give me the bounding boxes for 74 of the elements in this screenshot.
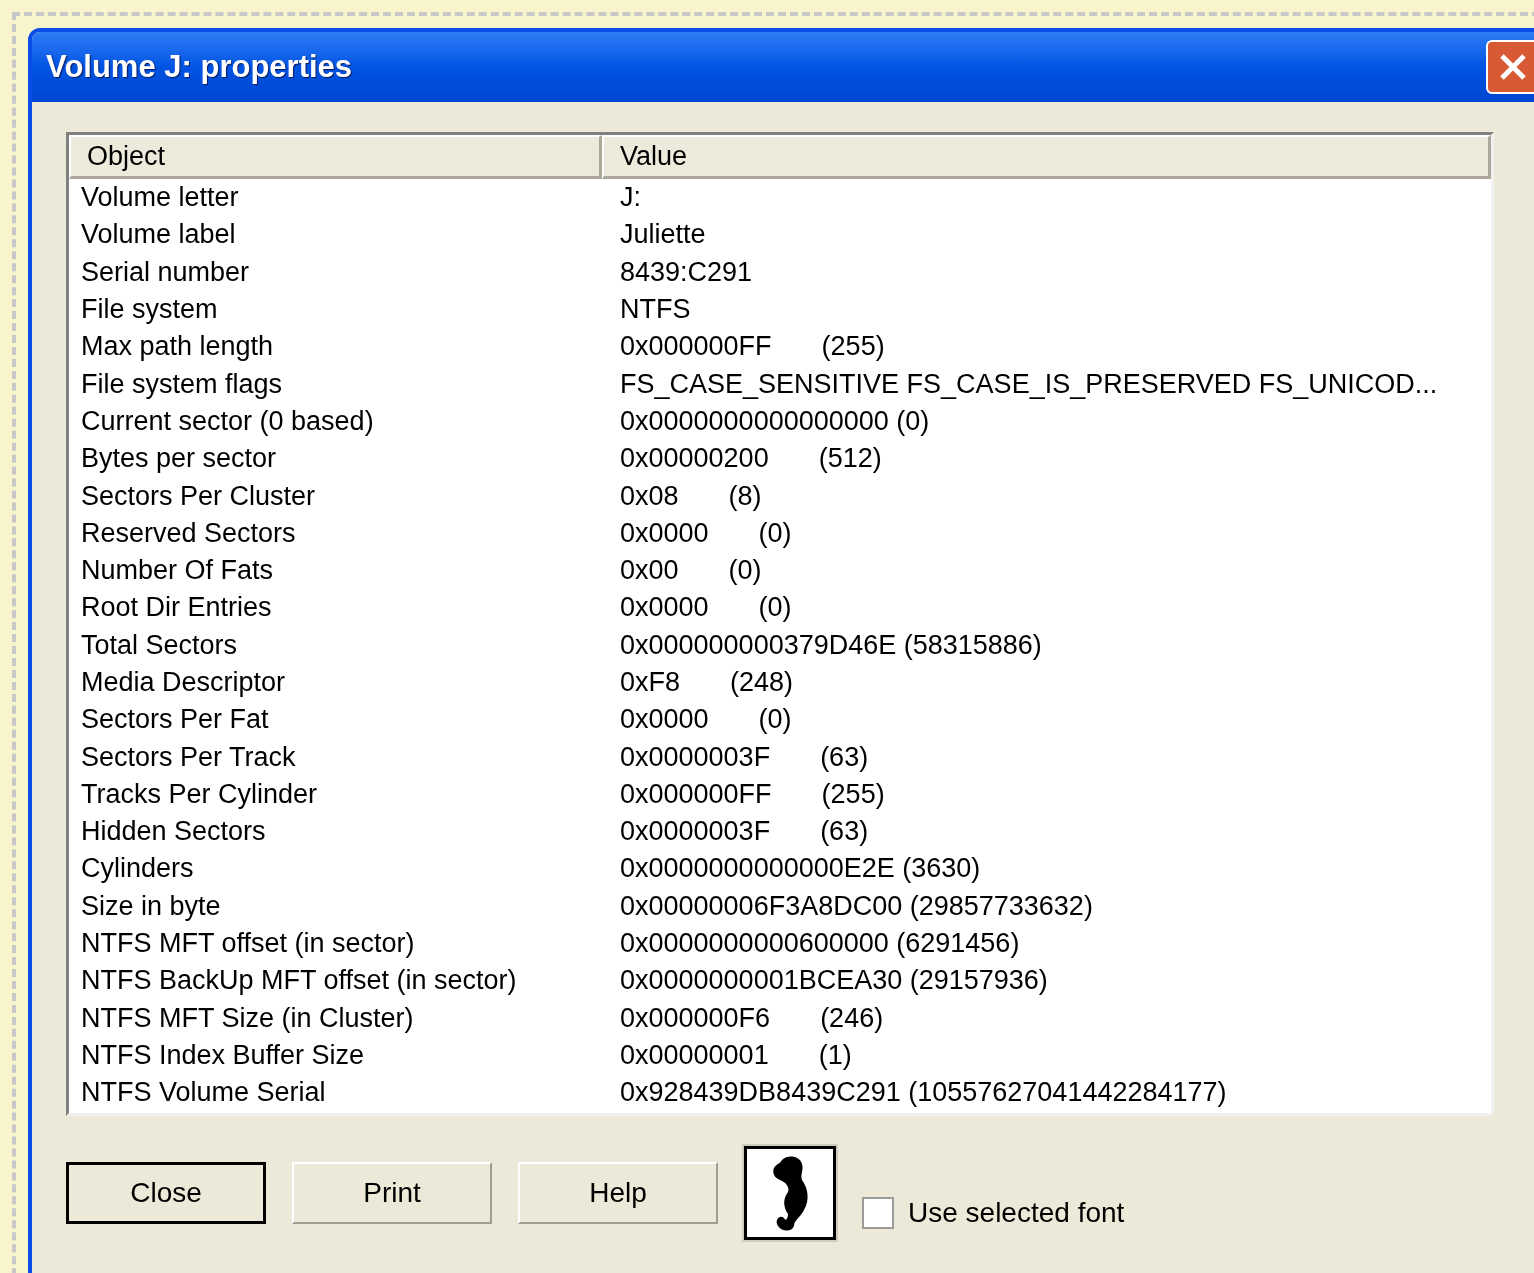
table-cell-text: 0x0000000001BCEA30 (29157936): [619, 967, 1048, 995]
table-cell-text: Bytes per sector: [80, 445, 278, 473]
close-button[interactable]: [1486, 40, 1534, 94]
table-cell-text: 0x000000FF: [619, 780, 772, 808]
table-cell-text: J:: [619, 184, 641, 212]
table-cell-text: NTFS MFT Size (in Cluster): [80, 1004, 415, 1032]
table-cell-text: 0xF8: [619, 669, 681, 696]
dialog-button[interactable]: Print: [292, 1162, 492, 1224]
column-header[interactable]: Object: [69, 135, 602, 179]
close-icon: [1498, 52, 1528, 82]
table-cell: (0): [758, 519, 792, 547]
table-cell-text: Volume letter: [80, 184, 240, 212]
table-cell-text: Serial number: [80, 258, 251, 286]
table-cell: (63): [820, 818, 869, 846]
table-cell-text: 0x00: [619, 557, 679, 585]
table-cell-text: 0x0000000000000000 (0): [619, 407, 930, 435]
table-cell-text: 0x0000003F: [619, 818, 771, 846]
table-cell-text: 0x0000: [619, 519, 709, 547]
table-cell-text: 0x928439DB8439C291 (10557627041442284177): [619, 1079, 1227, 1107]
table-cell-text: NTFS Index Buffer Size: [80, 1041, 366, 1069]
table-cell-text: NTFS: [619, 296, 691, 324]
table-cell: (246): [820, 1004, 884, 1032]
table-cell-text: NTFS Volume Serial: [80, 1079, 327, 1107]
table-cell-text: 0x00000200: [619, 445, 769, 473]
table-cell-text: Volume label: [80, 221, 237, 249]
table-cell-text: Media Descriptor: [80, 669, 287, 696]
table-cell-text: 0x00000001: [619, 1041, 769, 1069]
table-cell-text: NTFS BackUp MFT offset (in sector): [80, 967, 518, 995]
table-cell-text: 0x000000F6: [619, 1004, 771, 1032]
table-cell-text: 0x000000FF: [619, 333, 772, 361]
table-cell-text: Hidden Sectors: [80, 818, 267, 846]
table-cell-text: Sectors Per Cluster: [80, 482, 317, 510]
table-cell-text: NTFS MFT offset (in sector): [80, 930, 416, 958]
table-cell: (512): [818, 445, 882, 473]
table-cell-text: 0x0000000000000E2E (3630): [619, 855, 981, 883]
table-cell-text: Cylinders: [80, 855, 195, 883]
table-cell-text: Sectors Per Fat: [80, 706, 270, 734]
table-cell: (1): [818, 1041, 852, 1069]
table-cell: (0): [758, 706, 792, 734]
column-header[interactable]: Value: [602, 135, 1491, 179]
table-cell-text: 0x08: [619, 482, 679, 510]
table-cell-text: File system flags: [80, 370, 284, 398]
table-cell-text: 0x0000003F: [619, 743, 771, 771]
table-cell-text: 0x0000: [619, 594, 709, 622]
table-cell-text: 0x0000: [619, 706, 709, 734]
table-cell-text: Reserved Sectors: [80, 519, 297, 547]
table-cell-text: Total Sectors: [80, 631, 239, 659]
table-cell-text: 0x0000000000600000 (6291456): [619, 930, 1020, 958]
dialog-button[interactable]: Close: [66, 1162, 266, 1224]
table-cell: (8): [728, 482, 762, 510]
table-cell-text: 0x000000000379D46E (58315886): [619, 631, 1042, 659]
window-title: Volume J: properties: [46, 47, 353, 86]
table-cell: (63): [820, 743, 869, 771]
table-cell-text: Sectors Per Track: [80, 743, 297, 771]
table-cell-text: Size in byte: [80, 892, 222, 920]
font-preview-button[interactable]: [744, 1146, 836, 1240]
table-cell-text: Juliette: [619, 221, 706, 249]
checkbox-label: Use selected font: [908, 1196, 1125, 1230]
table-cell-text: File system: [80, 296, 219, 324]
table-cell: (255): [821, 333, 885, 361]
table-cell: (255): [821, 780, 885, 808]
table-cell-text: Max path length: [80, 333, 275, 361]
table-cell-text: Root Dir Entries: [80, 594, 273, 622]
table-cell-text: 0x00000006F3A8DC00 (29857733632): [619, 892, 1093, 920]
table-cell-text: Tracks Per Cylinder: [80, 780, 319, 808]
dialog-button[interactable]: Help: [518, 1162, 718, 1224]
font-checkbox[interactable]: [862, 1197, 894, 1229]
table-cell: (0): [728, 557, 762, 585]
table-cell-text: Current sector (0 based): [80, 407, 375, 435]
table-cell-text: 8439:C291: [619, 258, 753, 286]
table-cell: (0): [758, 594, 792, 622]
table-cell-text: Number Of Fats: [80, 557, 275, 585]
table-cell-text: FS_CASE_SENSITIVE FS_CASE_IS_PRESERVED FS_UNICOD...: [619, 370, 1438, 398]
table-cell: (248): [730, 669, 794, 696]
